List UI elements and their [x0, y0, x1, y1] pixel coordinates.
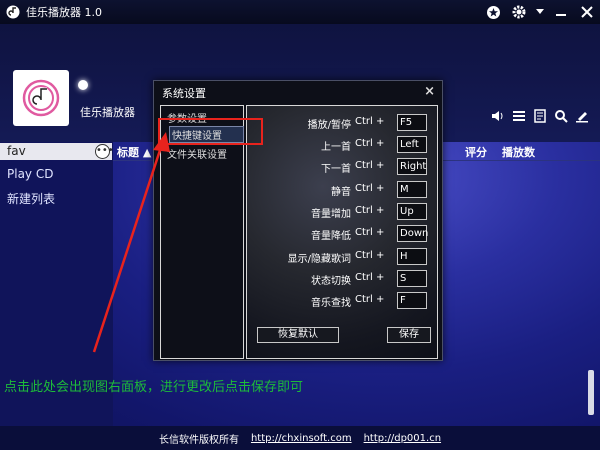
- hotkey-label: 静音: [331, 187, 351, 198]
- hotkey-modifier: Ctrl +: [355, 250, 385, 261]
- hotkey-row: 音量降低 Ctrl + Down: [247, 225, 439, 243]
- column-title[interactable]: 标题 ▲: [117, 144, 151, 160]
- playlist-label: fav: [7, 144, 26, 158]
- music-note-icon: [22, 79, 60, 117]
- close-icon[interactable]: [578, 3, 596, 21]
- hotkeys-panel: 播放/暂停 Ctrl + F5 上一首 Ctrl + Left 下一首 Ctrl…: [246, 105, 438, 359]
- progress-knob[interactable]: [78, 80, 88, 90]
- search-icon[interactable]: [553, 108, 569, 124]
- playlist-item-fav[interactable]: fav •••: [0, 143, 114, 160]
- hotkey-input[interactable]: M: [397, 181, 427, 198]
- hotkey-row: 音量增加 Ctrl + Up: [247, 203, 439, 221]
- hotkey-input[interactable]: S: [397, 270, 427, 287]
- title-bar: 佳乐播放器 1.0: [0, 0, 600, 24]
- list-icon[interactable]: [511, 108, 527, 124]
- hotkey-label: 上一首: [321, 142, 351, 153]
- hotkey-modifier: Ctrl +: [355, 138, 385, 149]
- hotkey-input[interactable]: Right: [397, 158, 427, 175]
- hotkey-label: 音量降低: [311, 231, 351, 242]
- annotation-text: 点击此处会出现图右面板，进行更改后点击保存即可: [4, 380, 304, 395]
- nav-file-assoc[interactable]: 文件关联设置: [167, 146, 227, 161]
- hotkey-input[interactable]: Up: [397, 203, 427, 220]
- hotkey-row: 静音 Ctrl + M: [247, 181, 439, 199]
- column-rating[interactable]: 评分: [465, 144, 487, 160]
- copyright-text: 长信软件版权所有: [158, 434, 239, 446]
- highlight-box: [158, 118, 263, 145]
- hotkey-label: 音量增加: [311, 209, 351, 220]
- hotkey-label: 状态切换: [311, 276, 351, 287]
- edit-icon[interactable]: [574, 108, 590, 124]
- column-playcount[interactable]: 播放数: [502, 144, 535, 160]
- hotkey-input[interactable]: Down: [397, 225, 428, 242]
- dialog-close-icon[interactable]: ×: [424, 84, 435, 99]
- hotkey-row: 状态切换 Ctrl + S: [247, 270, 439, 288]
- footer-link-dp001[interactable]: http://dp001.cn: [364, 433, 441, 444]
- hotkey-modifier: Ctrl +: [355, 205, 385, 216]
- footer: 长信软件版权所有 http://chxinsoft.com http://dp0…: [0, 426, 600, 450]
- playlist-item-playcd[interactable]: Play CD: [7, 167, 53, 181]
- player-name: 佳乐播放器: [80, 106, 135, 119]
- hotkey-label: 播放/暂停: [307, 120, 351, 131]
- hotkey-row: 音乐查找 Ctrl + F: [247, 292, 439, 310]
- gear-icon[interactable]: [510, 3, 528, 21]
- hotkey-input[interactable]: F5: [397, 114, 427, 131]
- hotkey-input[interactable]: Left: [397, 136, 427, 153]
- hotkey-row: 播放/暂停 Ctrl + F5: [247, 114, 439, 132]
- scrollbar-thumb[interactable]: [588, 370, 594, 415]
- hotkey-modifier: Ctrl +: [355, 227, 385, 238]
- footer-link-chxinsoft[interactable]: http://chxinsoft.com: [251, 433, 352, 444]
- hotkey-input[interactable]: H: [397, 248, 427, 265]
- hotkey-label: 音乐查找: [311, 298, 351, 309]
- hotkey-modifier: Ctrl +: [355, 116, 385, 127]
- dropdown-icon[interactable]: [536, 3, 544, 21]
- album-art: [13, 70, 69, 126]
- volume-icon[interactable]: [490, 108, 506, 124]
- dialog-title: 系统设置: [162, 87, 206, 100]
- restore-default-button[interactable]: 恢复默认: [257, 327, 339, 343]
- hotkey-row: 上一首 Ctrl + Left: [247, 136, 439, 154]
- save-button[interactable]: 保存: [387, 327, 431, 343]
- app-logo-icon: [6, 5, 20, 19]
- hotkey-label: 显示/隐藏歌词: [287, 254, 351, 265]
- hotkey-label: 下一首: [321, 164, 351, 175]
- hotkey-modifier: Ctrl +: [355, 294, 385, 305]
- lyrics-icon[interactable]: [532, 108, 548, 124]
- window-title: 佳乐播放器 1.0: [26, 6, 102, 19]
- more-icon[interactable]: •••: [95, 144, 114, 159]
- playlist-item-new[interactable]: 新建列表: [7, 190, 55, 207]
- minimize-icon[interactable]: [552, 3, 570, 21]
- hotkey-modifier: Ctrl +: [355, 183, 385, 194]
- hotkey-row: 下一首 Ctrl + Right: [247, 158, 439, 176]
- hotkey-modifier: Ctrl +: [355, 160, 385, 171]
- hotkey-row: 显示/隐藏歌词 Ctrl + H: [247, 248, 439, 266]
- skin-icon[interactable]: [484, 3, 502, 21]
- hotkey-input[interactable]: F: [397, 292, 427, 309]
- hotkey-modifier: Ctrl +: [355, 272, 385, 283]
